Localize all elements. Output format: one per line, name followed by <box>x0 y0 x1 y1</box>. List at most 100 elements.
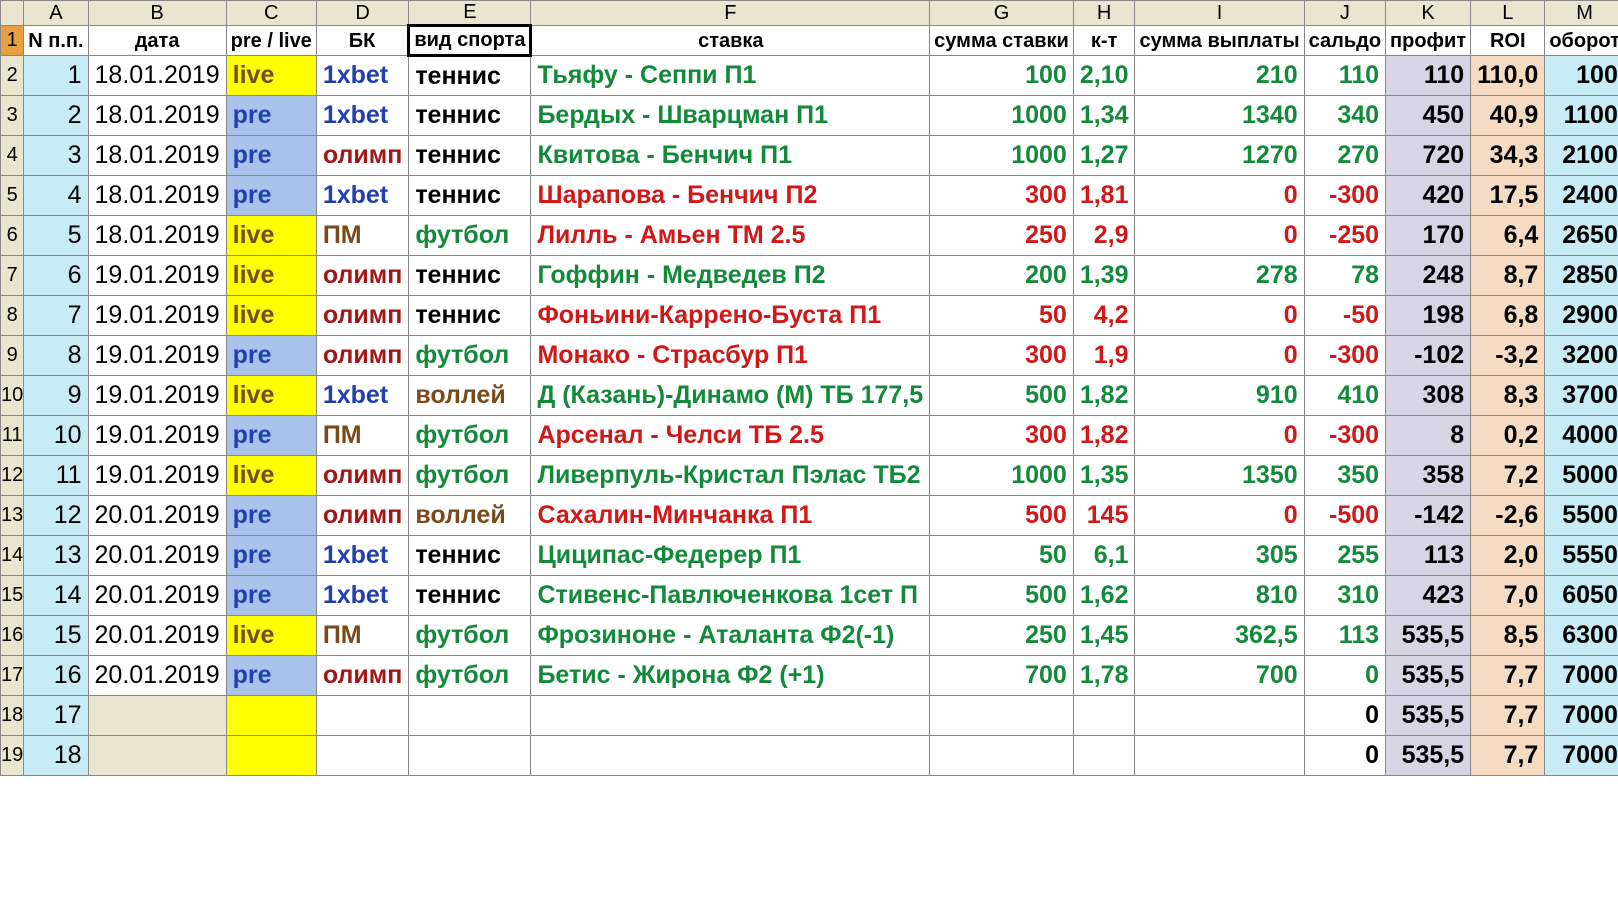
cell-profit[interactable]: 110 <box>1386 56 1471 96</box>
cell-sum[interactable]: 250 <box>930 616 1074 656</box>
cell-saldo[interactable]: 110 <box>1304 56 1385 96</box>
cell-pay[interactable]: 0 <box>1135 416 1304 456</box>
cell-sport[interactable]: футбол <box>409 656 531 696</box>
cell-roi[interactable]: -2,6 <box>1471 496 1545 536</box>
cell-roi[interactable]: 2,0 <box>1471 536 1545 576</box>
cell-kt[interactable]: 1,35 <box>1073 456 1135 496</box>
cell-bk[interactable]: 1xbet <box>316 176 409 216</box>
cell-sum[interactable]: 1000 <box>930 136 1074 176</box>
cell-bk[interactable]: олимп <box>316 456 409 496</box>
cell-sport[interactable]: футбол <box>409 336 531 376</box>
cell-bk[interactable]: 1xbet <box>316 576 409 616</box>
cell-turn[interactable]: 7000 <box>1545 736 1618 776</box>
cell-pay[interactable]: 278 <box>1135 256 1304 296</box>
cell-roi[interactable]: 7,0 <box>1471 576 1545 616</box>
cell-bet[interactable]: Гоффин - Медведев П2 <box>531 256 930 296</box>
cell-date[interactable]: 19.01.2019 <box>88 456 226 496</box>
hdr-profit[interactable]: профит <box>1386 26 1471 56</box>
row-header-17[interactable]: 17 <box>1 656 24 696</box>
cell-roi[interactable]: 7,7 <box>1471 656 1545 696</box>
cell-bet[interactable]: Ливерпуль-Кристал Пэлас ТБ2 <box>531 456 930 496</box>
cell-n[interactable]: 5 <box>24 216 88 256</box>
cell-n[interactable]: 12 <box>24 496 88 536</box>
cell-kt[interactable]: 1,27 <box>1073 136 1135 176</box>
cell-sport[interactable] <box>409 696 531 736</box>
cell-bet[interactable]: Монако - Страсбур П1 <box>531 336 930 376</box>
cell-bk[interactable]: 1xbet <box>316 376 409 416</box>
cell-sport[interactable]: футбол <box>409 616 531 656</box>
cell-kt[interactable]: 1,81 <box>1073 176 1135 216</box>
cell-n[interactable]: 4 <box>24 176 88 216</box>
cell-roi[interactable]: 6,8 <box>1471 296 1545 336</box>
cell-saldo[interactable]: 350 <box>1304 456 1385 496</box>
cell-pay[interactable] <box>1135 736 1304 776</box>
cell-roi[interactable]: 40,9 <box>1471 96 1545 136</box>
cell-sum[interactable]: 1000 <box>930 456 1074 496</box>
col-header-G[interactable]: G <box>930 1 1074 26</box>
cell-date[interactable]: 20.01.2019 <box>88 536 226 576</box>
cell-sport[interactable]: теннис <box>409 176 531 216</box>
cell-saldo[interactable]: -300 <box>1304 336 1385 376</box>
cell-turn[interactable]: 3200 <box>1545 336 1618 376</box>
cell-n[interactable]: 1 <box>24 56 88 96</box>
cell-bk[interactable]: олимп <box>316 656 409 696</box>
cell-profit[interactable]: 113 <box>1386 536 1471 576</box>
cell-turn[interactable]: 5550 <box>1545 536 1618 576</box>
cell-profit[interactable]: 420 <box>1386 176 1471 216</box>
cell-sport[interactable]: теннис <box>409 56 531 96</box>
cell-bet[interactable] <box>531 696 930 736</box>
row-header-5[interactable]: 5 <box>1 176 24 216</box>
cell-saldo[interactable]: 78 <box>1304 256 1385 296</box>
cell-roi[interactable]: 8,5 <box>1471 616 1545 656</box>
cell-pay[interactable]: 0 <box>1135 216 1304 256</box>
cell-prelive[interactable]: pre <box>226 136 316 176</box>
cell-pay[interactable]: 700 <box>1135 656 1304 696</box>
cell-profit[interactable]: 535,5 <box>1386 656 1471 696</box>
cell-n[interactable]: 15 <box>24 616 88 656</box>
cell-kt[interactable]: 1,82 <box>1073 376 1135 416</box>
cell-n[interactable]: 11 <box>24 456 88 496</box>
col-header-B[interactable]: B <box>88 1 226 26</box>
cell-pay[interactable]: 910 <box>1135 376 1304 416</box>
cell-bk[interactable]: олимп <box>316 296 409 336</box>
cell-roi[interactable]: 110,0 <box>1471 56 1545 96</box>
cell-date[interactable]: 20.01.2019 <box>88 576 226 616</box>
cell-kt[interactable]: 145 <box>1073 496 1135 536</box>
cell-date[interactable] <box>88 736 226 776</box>
cell-prelive[interactable]: pre <box>226 656 316 696</box>
col-header-I[interactable]: I <box>1135 1 1304 26</box>
cell-sport[interactable]: воллей <box>409 496 531 536</box>
row-header-18[interactable]: 18 <box>1 696 24 736</box>
cell-prelive[interactable]: pre <box>226 576 316 616</box>
cell-profit[interactable]: -102 <box>1386 336 1471 376</box>
cell-bet[interactable]: Квитова - Бенчич П1 <box>531 136 930 176</box>
cell-kt[interactable]: 1,34 <box>1073 96 1135 136</box>
cell-roi[interactable]: 0,2 <box>1471 416 1545 456</box>
cell-profit[interactable]: 535,5 <box>1386 736 1471 776</box>
cell-kt[interactable]: 1,9 <box>1073 336 1135 376</box>
cell-profit[interactable]: 423 <box>1386 576 1471 616</box>
cell-bk[interactable]: олимп <box>316 136 409 176</box>
cell-profit[interactable]: 198 <box>1386 296 1471 336</box>
cell-prelive[interactable]: pre <box>226 496 316 536</box>
cell-pay[interactable]: 0 <box>1135 176 1304 216</box>
col-header-A[interactable]: A <box>24 1 88 26</box>
cell-n[interactable]: 3 <box>24 136 88 176</box>
cell-bk[interactable] <box>316 696 409 736</box>
cell-saldo[interactable]: 113 <box>1304 616 1385 656</box>
row-header-1[interactable]: 1 <box>1 26 24 56</box>
cell-kt[interactable]: 1,82 <box>1073 416 1135 456</box>
cell-n[interactable]: 2 <box>24 96 88 136</box>
cell-roi[interactable]: -3,2 <box>1471 336 1545 376</box>
spreadsheet-grid[interactable]: A B C D E F G H I J K L M 1 N п.п. дата … <box>0 0 1618 776</box>
row-header-10[interactable]: 10 <box>1 376 24 416</box>
hdr-pay[interactable]: сумма выплаты <box>1135 26 1304 56</box>
cell-prelive[interactable]: live <box>226 456 316 496</box>
cell-pay[interactable]: 0 <box>1135 496 1304 536</box>
cell-date[interactable]: 20.01.2019 <box>88 496 226 536</box>
cell-prelive[interactable]: pre <box>226 336 316 376</box>
row-header-8[interactable]: 8 <box>1 296 24 336</box>
cell-sum[interactable]: 500 <box>930 576 1074 616</box>
cell-kt[interactable]: 1,78 <box>1073 656 1135 696</box>
cell-bk[interactable]: олимп <box>316 256 409 296</box>
